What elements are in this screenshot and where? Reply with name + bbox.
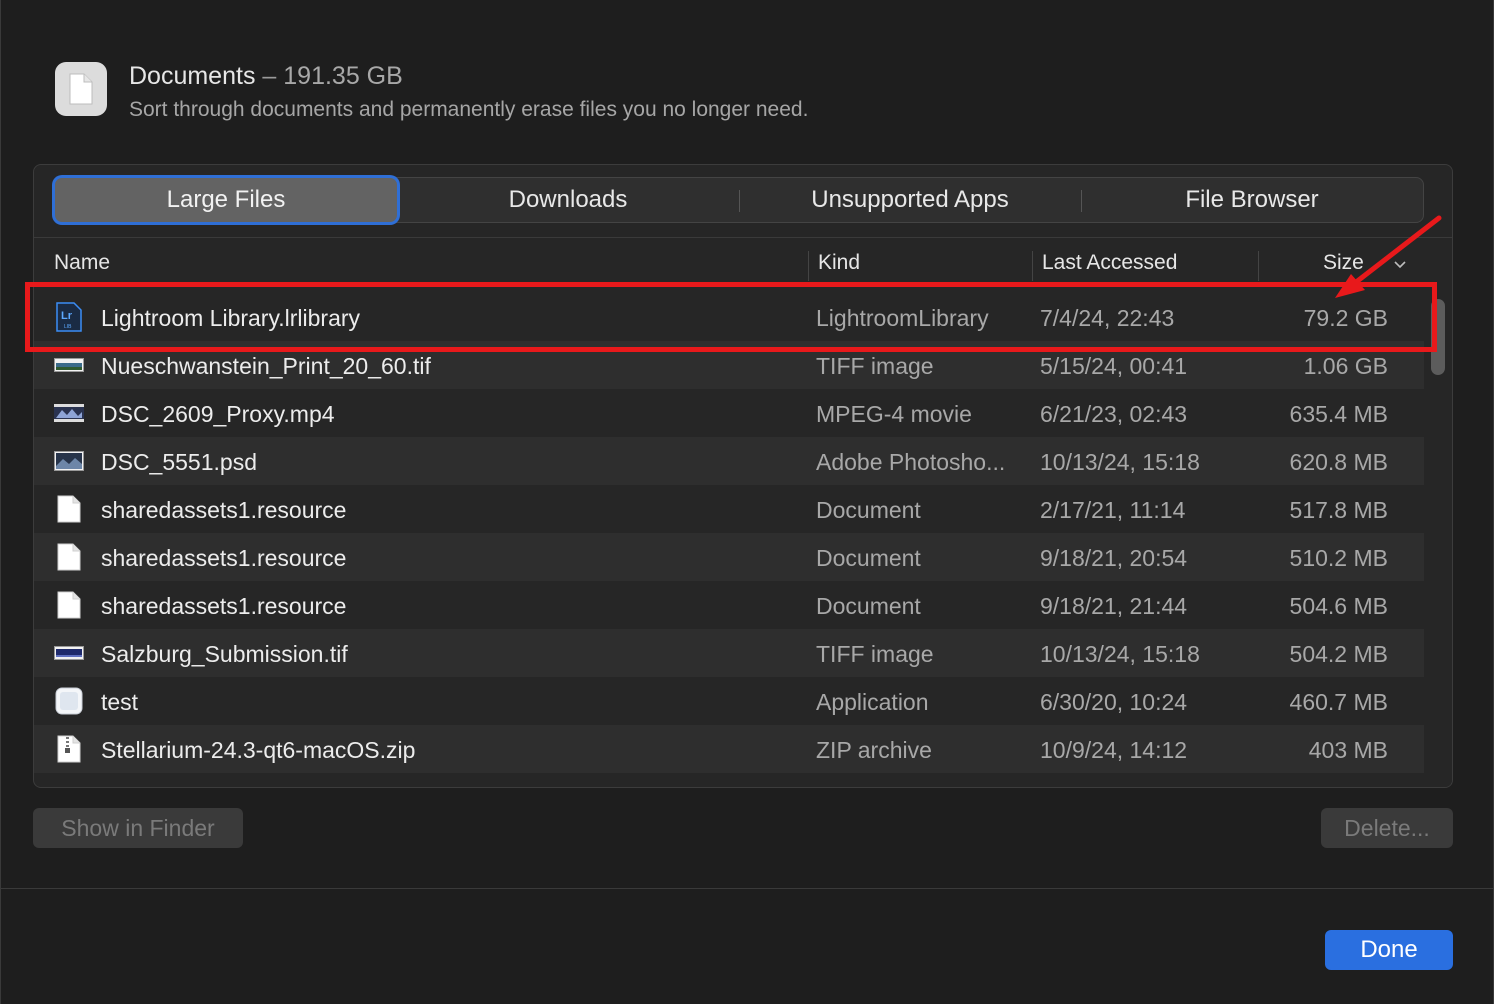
file-last-accessed: 7/4/24, 22:43 [1040, 305, 1175, 331]
svg-text:LIB: LIB [64, 324, 72, 330]
file-size: 1.06 GB [1303, 353, 1388, 379]
file-size: 517.8 MB [1289, 497, 1388, 523]
tab-large-files[interactable]: Large Files [55, 178, 397, 222]
file-kind: Application [816, 689, 929, 715]
show-in-finder-button[interactable]: Show in Finder [33, 808, 243, 848]
image-thumbnail-icon [54, 351, 84, 379]
image-thumbnail-icon [54, 639, 84, 667]
file-name: Stellarium-24.3-qt6-macOS.zip [101, 737, 416, 763]
application-icon [54, 687, 84, 715]
file-last-accessed: 6/30/20, 10:24 [1040, 689, 1188, 715]
lightroom-icon: Lr LIB [54, 302, 84, 332]
total-size: 191.35 GB [283, 62, 403, 90]
table-row[interactable]: Lr LIB Lightroom Library.lrlibrary Light… [34, 293, 1424, 341]
file-kind: LightroomLibrary [816, 305, 989, 331]
file-kind: MPEG-4 movie [816, 401, 972, 427]
document-icon [54, 543, 84, 571]
table-row[interactable]: sharedassets1.resource Document 2/17/21,… [34, 485, 1424, 533]
storage-documents-window: Documents – 191.35 GB Sort through docum… [0, 0, 1494, 1004]
table-row[interactable]: sharedassets1.resource Document 9/18/21,… [34, 533, 1424, 581]
table-row[interactable]: sharedassets1.resource Document 9/18/21,… [34, 581, 1424, 629]
column-header-name[interactable]: Name [54, 251, 110, 275]
segmented-tabs: Large Files Downloads Unsupported Apps F… [54, 177, 1424, 223]
file-size: 403 MB [1308, 737, 1388, 763]
file-name: sharedassets1.resource [101, 545, 347, 571]
file-kind: Document [816, 497, 921, 523]
file-name: Nueschwanstein_Print_20_60.tif [101, 353, 431, 379]
file-name: sharedassets1.resource [101, 593, 347, 619]
file-size: 620.8 MB [1289, 449, 1388, 475]
delete-button[interactable]: Delete... [1321, 808, 1453, 848]
file-kind: Document [816, 593, 921, 619]
table-header: Name Kind Last Accessed Size [34, 251, 1424, 281]
file-last-accessed: 9/18/21, 21:44 [1040, 593, 1188, 619]
file-list: Lr LIB Lightroom Library.lrlibrary Light… [34, 293, 1424, 773]
tab-unsupported-apps[interactable]: Unsupported Apps [739, 178, 1081, 222]
document-icon [54, 495, 84, 523]
image-thumbnail-icon [54, 447, 84, 475]
footer-divider [1, 888, 1494, 889]
video-thumbnail-icon [54, 399, 84, 427]
file-name: Lightroom Library.lrlibrary [101, 305, 361, 331]
file-size: 460.7 MB [1289, 689, 1388, 715]
file-last-accessed: 5/15/24, 00:41 [1040, 353, 1188, 379]
file-name: sharedassets1.resource [101, 497, 347, 523]
column-header-last-accessed[interactable]: Last Accessed [1042, 251, 1177, 275]
page-subtitle: Sort through documents and permanently e… [129, 98, 809, 121]
file-kind: Document [816, 545, 921, 571]
table-row[interactable]: DSC_5551.psd Adobe Photosho... 10/13/24,… [34, 437, 1424, 485]
column-header-kind[interactable]: Kind [818, 251, 860, 275]
file-last-accessed: 10/13/24, 15:18 [1040, 449, 1200, 475]
file-kind: TIFF image [816, 353, 934, 379]
document-category-icon [55, 62, 107, 116]
column-divider[interactable] [1032, 251, 1033, 281]
file-kind: Adobe Photosho... [816, 449, 1006, 475]
file-name: Salzburg_Submission.tif [101, 641, 348, 667]
tabs-divider [34, 237, 1452, 238]
table-row[interactable]: DSC_2609_Proxy.mp4 MPEG-4 movie 6/21/23,… [34, 389, 1424, 437]
table-row[interactable]: Salzburg_Submission.tif TIFF image 10/13… [34, 629, 1424, 677]
file-name: DSC_2609_Proxy.mp4 [101, 401, 335, 427]
column-divider[interactable] [1258, 251, 1259, 281]
file-last-accessed: 6/21/23, 02:43 [1040, 401, 1188, 427]
file-size: 635.4 MB [1289, 401, 1388, 427]
scrollbar-thumb[interactable] [1431, 299, 1445, 375]
file-last-accessed: 10/13/24, 15:18 [1040, 641, 1200, 667]
tab-downloads[interactable]: Downloads [397, 178, 739, 222]
file-size: 504.2 MB [1289, 641, 1388, 667]
document-icon [54, 591, 84, 619]
tab-file-browser[interactable]: File Browser [1081, 178, 1423, 222]
file-name: DSC_5551.psd [101, 449, 257, 475]
file-last-accessed: 2/17/21, 11:14 [1040, 497, 1186, 523]
page-title-text: Documents [129, 62, 256, 90]
file-kind: TIFF image [816, 641, 934, 667]
done-button[interactable]: Done [1325, 930, 1453, 970]
column-header-size[interactable]: Size [1323, 251, 1364, 275]
file-kind: ZIP archive [816, 737, 932, 763]
file-last-accessed: 10/9/24, 14:12 [1040, 737, 1188, 763]
page-title: Documents – 191.35 GB [129, 62, 403, 91]
file-size: 510.2 MB [1289, 545, 1388, 571]
column-divider[interactable] [808, 251, 809, 281]
file-last-accessed: 9/18/21, 20:54 [1040, 545, 1188, 571]
table-row[interactable]: test Application 6/30/20, 10:24 460.7 MB [34, 677, 1424, 725]
table-row[interactable]: Nueschwanstein_Print_20_60.tif TIFF imag… [34, 341, 1424, 389]
zip-archive-icon [54, 735, 84, 763]
file-size: 504.6 MB [1289, 593, 1388, 619]
chevron-down-icon [1394, 261, 1406, 269]
files-panel: Large Files Downloads Unsupported Apps F… [33, 164, 1453, 788]
title-separator: – [262, 62, 277, 90]
file-name: test [101, 689, 139, 715]
table-row[interactable]: Stellarium-24.3-qt6-macOS.zip ZIP archiv… [34, 725, 1424, 773]
svg-text:Lr: Lr [61, 310, 73, 322]
file-size: 79.2 GB [1303, 305, 1388, 331]
